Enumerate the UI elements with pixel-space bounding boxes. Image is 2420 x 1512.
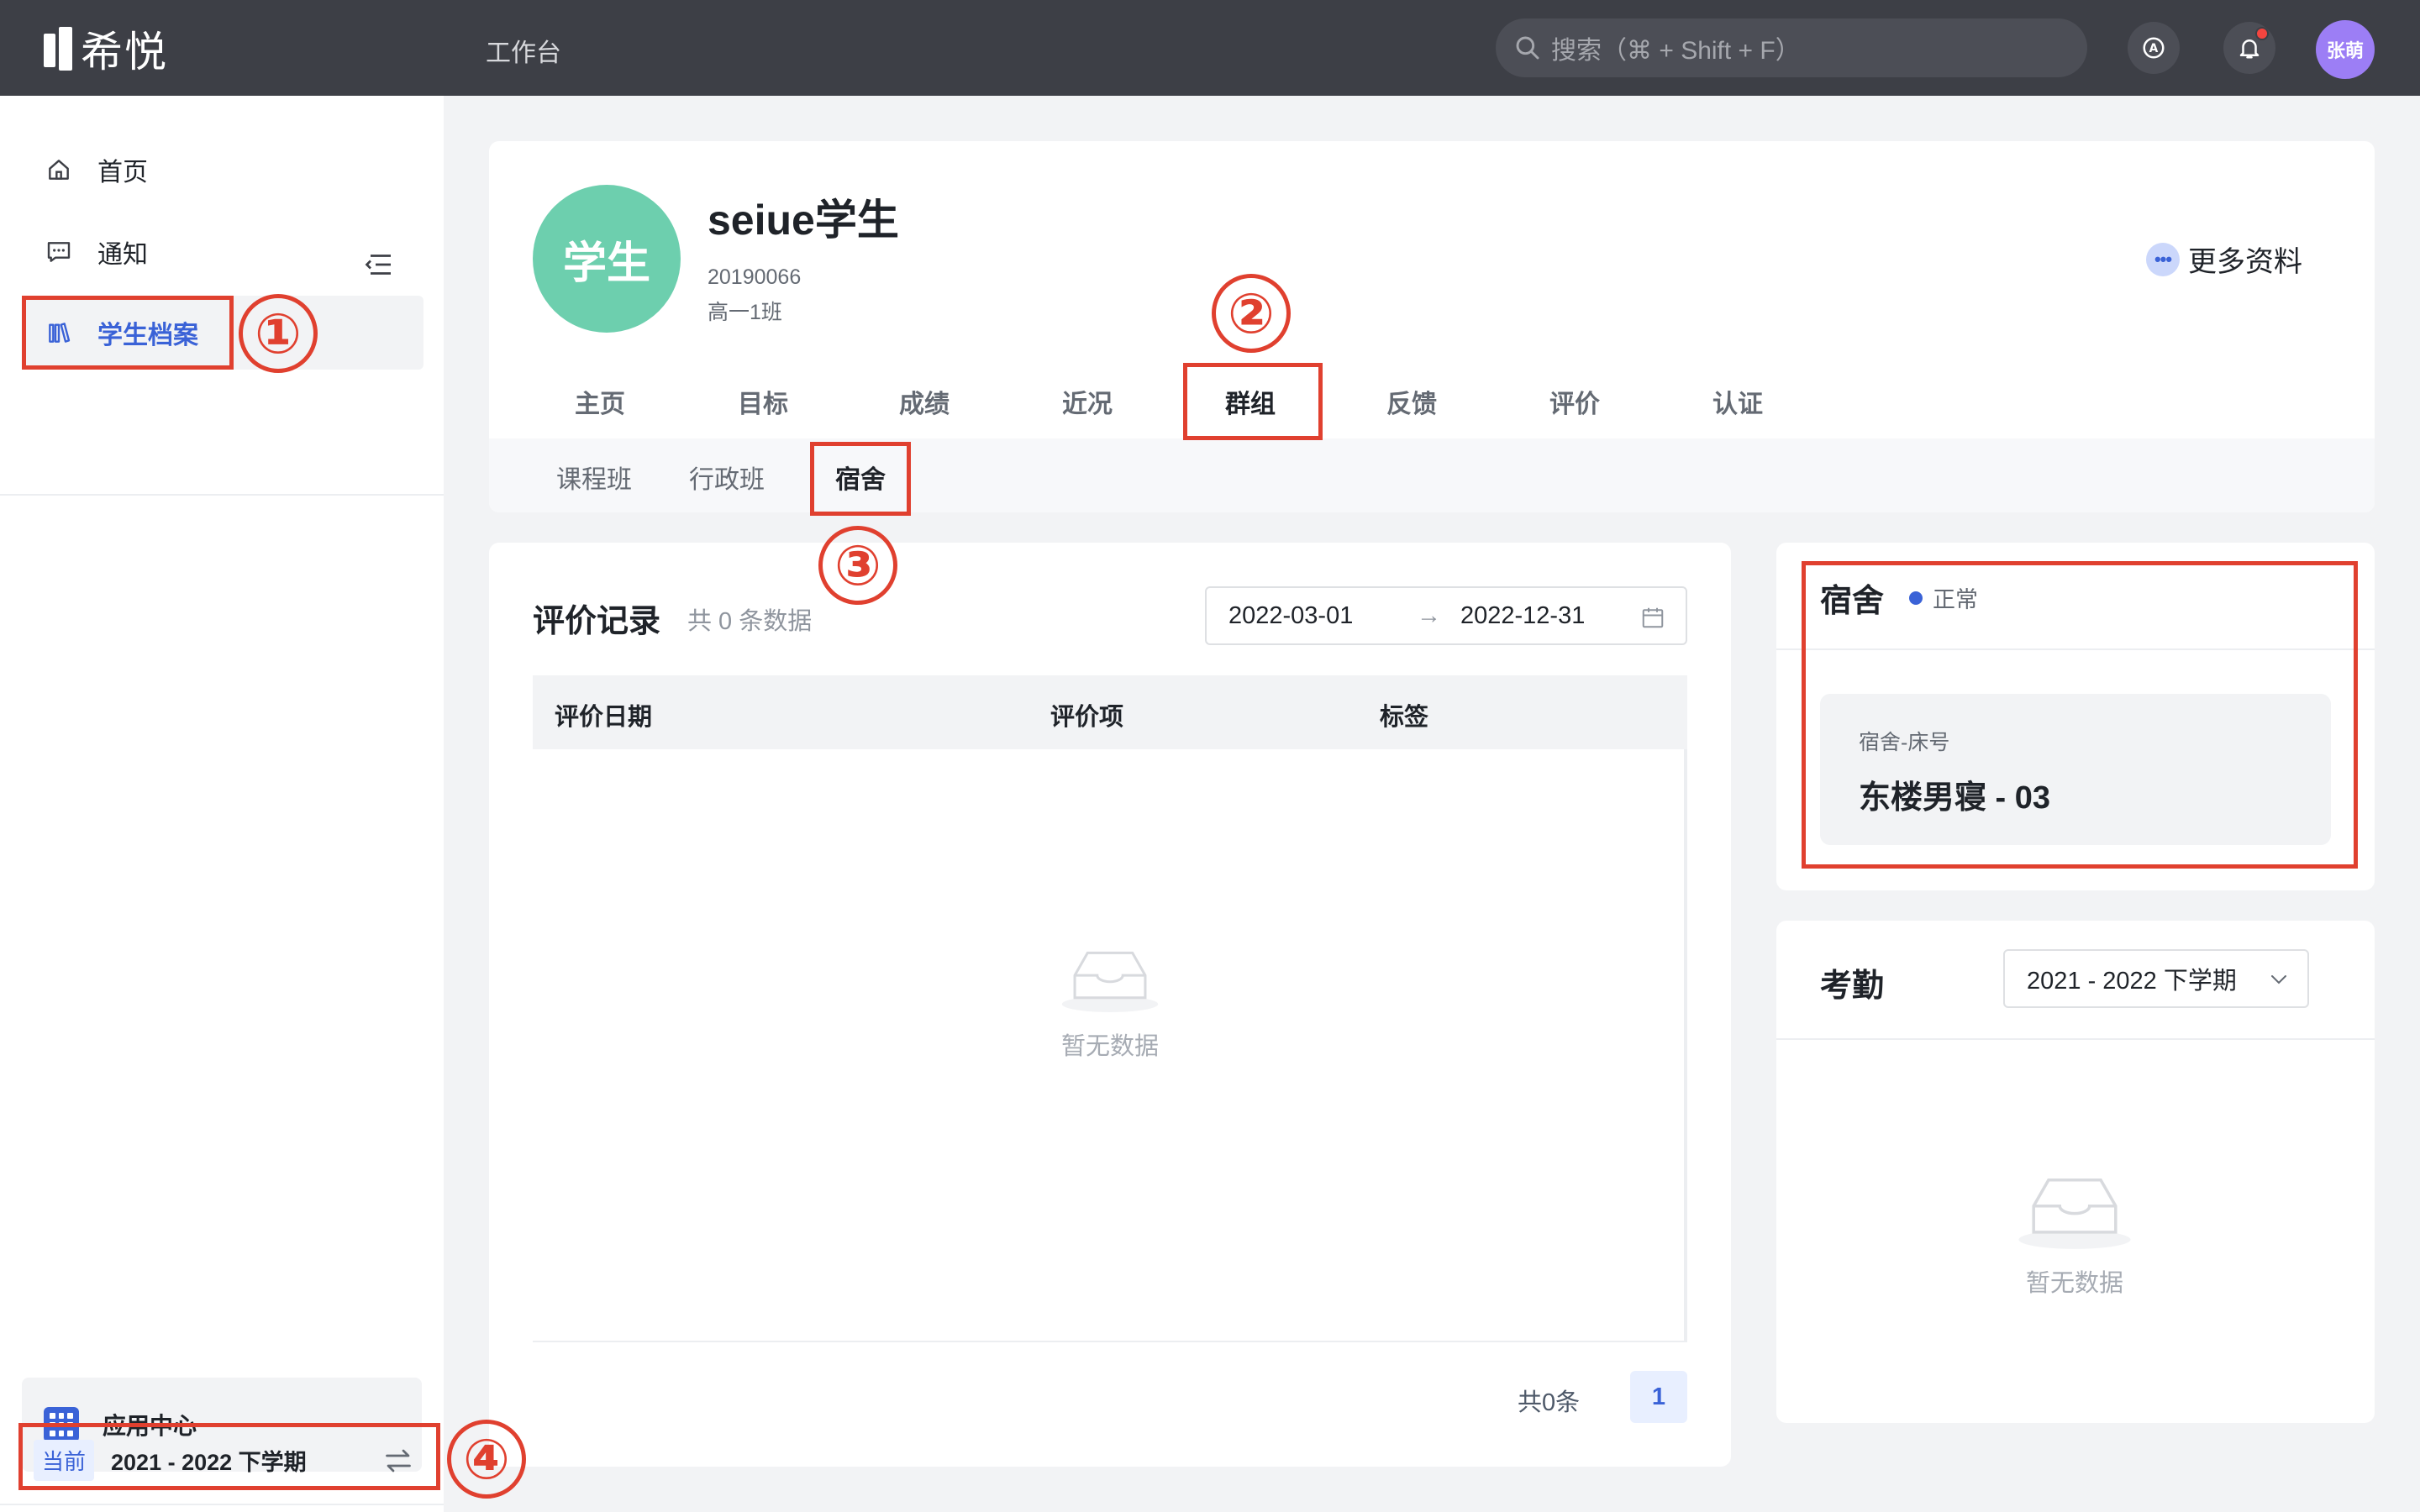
logo-mark-icon bbox=[44, 27, 74, 71]
translate-icon: A bbox=[2143, 37, 2165, 59]
evaluation-empty-state: 暂无数据 bbox=[1059, 939, 1161, 1062]
notification-dot bbox=[2255, 27, 2269, 40]
sidebar-divider bbox=[0, 494, 444, 496]
attendance-term-select[interactable]: 2021 - 2022 下学期 bbox=[2003, 949, 2309, 1008]
search-input[interactable]: 搜索（⌘ + Shift + F） bbox=[1496, 18, 2087, 77]
sidebar-item-label: 首页 bbox=[97, 159, 148, 186]
annotation-box-dorm bbox=[1802, 561, 2358, 869]
sidebar-item-label: 通知 bbox=[97, 241, 148, 269]
evaluation-title: 评价记录 bbox=[533, 604, 661, 639]
notification-button[interactable] bbox=[2223, 22, 2275, 74]
message-icon bbox=[44, 237, 74, 267]
tab-certification[interactable]: 认证 bbox=[1712, 383, 1763, 420]
workbench-link[interactable]: 工作台 bbox=[486, 32, 561, 69]
tab-goals[interactable]: 目标 bbox=[738, 383, 788, 420]
more-icon: ••• bbox=[2146, 242, 2180, 276]
svg-text:A: A bbox=[2149, 42, 2159, 55]
app-logo[interactable]: 希悦 bbox=[44, 24, 168, 76]
user-avatar[interactable]: 张萌 bbox=[2316, 20, 2375, 79]
more-info-label: 更多资料 bbox=[2188, 246, 2302, 278]
logo-text: 希悦 bbox=[81, 29, 168, 76]
empty-text: 暂无数据 bbox=[2025, 1270, 2123, 1297]
annotation-box-3 bbox=[810, 442, 911, 516]
home-icon bbox=[44, 155, 74, 185]
top-bar: 希悦 工作台 搜索（⌘ + Shift + F） A 张萌 bbox=[0, 0, 2420, 96]
term-select-value: 2021 - 2022 下学期 bbox=[2027, 968, 2237, 995]
empty-text: 暂无数据 bbox=[1060, 1033, 1159, 1060]
subtab-bar bbox=[489, 438, 2375, 512]
subtab-course-class[interactable]: 课程班 bbox=[556, 459, 632, 496]
collapse-sidebar-icon[interactable] bbox=[363, 252, 393, 277]
empty-inbox-icon bbox=[2018, 1178, 2131, 1249]
search-icon bbox=[1516, 36, 1539, 60]
table-header: 评价日期 评价项 标签 bbox=[533, 675, 1687, 749]
student-avatar: 学生 bbox=[533, 185, 681, 333]
attendance-empty-state: 暂无数据 bbox=[2015, 1164, 2134, 1299]
column-header[interactable]: 标签 bbox=[1380, 697, 1428, 732]
more-info-button[interactable]: ••• 更多资料 bbox=[2146, 239, 2302, 280]
annotation-number-3: ③ bbox=[818, 526, 897, 605]
translate-button[interactable]: A bbox=[2128, 22, 2180, 74]
tab-home[interactable]: 主页 bbox=[575, 383, 625, 420]
date-range-picker[interactable]: 2022-03-01 → 2022-12-31 bbox=[1205, 586, 1687, 645]
attendance-divider bbox=[1776, 1038, 2375, 1040]
sidebar-item-home[interactable]: 首页 bbox=[24, 133, 424, 207]
tab-recent[interactable]: 近况 bbox=[1062, 383, 1113, 420]
chevron-down-icon bbox=[2271, 975, 2286, 984]
column-header[interactable]: 评价项 bbox=[1050, 697, 1123, 732]
sidebar-divider bbox=[0, 1504, 444, 1505]
evaluation-count: 共 0 条数据 bbox=[687, 608, 813, 635]
tab-evaluation[interactable]: 评价 bbox=[1549, 383, 1600, 420]
student-id: 20190066 bbox=[708, 265, 802, 289]
annotation-number-4: ④ bbox=[447, 1420, 526, 1499]
attendance-title: 考勤 bbox=[1820, 969, 1885, 1004]
date-start: 2022-03-01 bbox=[1228, 601, 1354, 629]
search-placeholder: 搜索（⌘ + Shift + F） bbox=[1551, 37, 1801, 65]
student-name: seiue学生 bbox=[708, 197, 899, 244]
pager-page-1[interactable]: 1 bbox=[1630, 1371, 1687, 1423]
subtab-admin-class[interactable]: 行政班 bbox=[689, 459, 765, 496]
empty-inbox-icon bbox=[1061, 951, 1159, 1012]
student-class: 高一1班 bbox=[708, 301, 782, 324]
calendar-icon bbox=[1642, 607, 1664, 628]
annotation-box-4 bbox=[18, 1423, 440, 1490]
annotation-number-2: ② bbox=[1212, 274, 1291, 353]
date-end: 2022-12-31 bbox=[1460, 601, 1586, 629]
tab-grades[interactable]: 成绩 bbox=[899, 383, 950, 420]
table-bottom-border bbox=[533, 1341, 1687, 1342]
annotation-box-2 bbox=[1183, 363, 1323, 440]
date-separator-arrow: → bbox=[1417, 601, 1441, 629]
tab-feedback[interactable]: 反馈 bbox=[1386, 383, 1437, 420]
table-scrollbar[interactable] bbox=[1684, 749, 1687, 1342]
column-header[interactable]: 评价日期 bbox=[555, 697, 652, 732]
pager-total: 共0条 bbox=[1518, 1389, 1581, 1416]
annotation-number-1: ① bbox=[239, 294, 318, 373]
annotation-box-1 bbox=[22, 296, 234, 370]
